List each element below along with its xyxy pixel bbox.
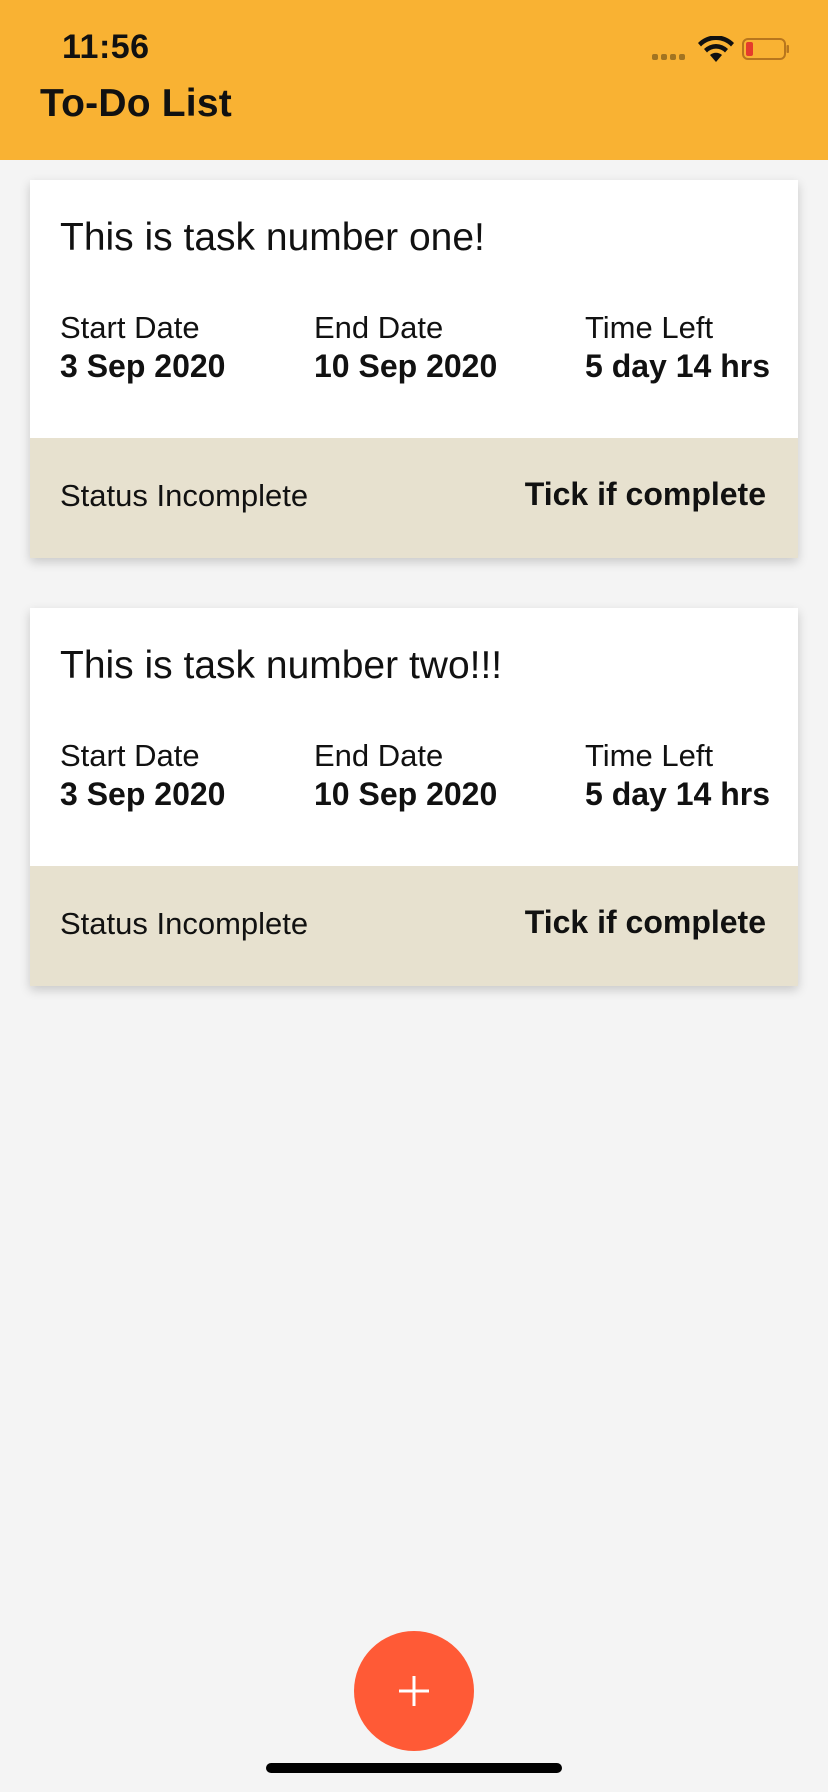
app-header: 11:56 To-Do List <box>0 0 828 160</box>
time-left-group: Time Left 5 day 14 hrs <box>585 310 770 386</box>
time-left-group: Time Left 5 day 14 hrs <box>585 738 770 814</box>
start-date-value: 3 Sep 2020 <box>60 776 226 812</box>
tick-complete-button[interactable]: Tick if complete <box>525 904 766 941</box>
start-date-group: Start Date 3 Sep 2020 <box>60 310 225 386</box>
task-card-body: This is task number two!!! Start Date 3 … <box>30 608 798 866</box>
start-date-label: Start Date <box>60 310 200 345</box>
add-task-button[interactable] <box>354 1631 474 1751</box>
time-left-label: Time Left <box>585 310 714 345</box>
end-date-label: End Date <box>314 738 444 773</box>
task-card-footer: Status Incomplete Tick if complete <box>30 866 798 986</box>
battery-low-icon <box>742 38 789 60</box>
end-date-value: 10 Sep 2020 <box>314 348 498 384</box>
time-left-label: Time Left <box>585 738 714 773</box>
plus-icon <box>399 1676 429 1706</box>
time-left-value: 5 day 14 hrs <box>585 776 770 812</box>
end-date-value: 10 Sep 2020 <box>314 776 498 812</box>
end-date-label: End Date <box>314 310 444 345</box>
status-bar-time: 11:56 <box>62 28 150 66</box>
task-title: This is task number two!!! <box>60 644 503 687</box>
task-card-body: This is task number one! Start Date 3 Se… <box>30 180 798 438</box>
task-status: Status Incomplete <box>60 478 309 513</box>
task-card[interactable]: This is task number two!!! Start Date 3 … <box>30 608 798 986</box>
task-title: This is task number one! <box>60 216 485 259</box>
page-title: To-Do List <box>40 82 232 125</box>
start-date-label: Start Date <box>60 738 200 773</box>
task-status: Status Incomplete <box>60 906 309 941</box>
wifi-icon <box>698 36 734 62</box>
start-date-value: 3 Sep 2020 <box>60 348 226 384</box>
time-left-value: 5 day 14 hrs <box>585 348 770 384</box>
task-card-footer: Status Incomplete Tick if complete <box>30 438 798 558</box>
end-date-group: End Date 10 Sep 2020 <box>314 310 497 386</box>
task-card[interactable]: This is task number one! Start Date 3 Se… <box>30 180 798 558</box>
signal-dots-icon <box>652 54 685 60</box>
home-indicator <box>266 1763 562 1773</box>
tick-complete-button[interactable]: Tick if complete <box>525 476 766 513</box>
start-date-group: Start Date 3 Sep 2020 <box>60 738 225 814</box>
end-date-group: End Date 10 Sep 2020 <box>314 738 497 814</box>
